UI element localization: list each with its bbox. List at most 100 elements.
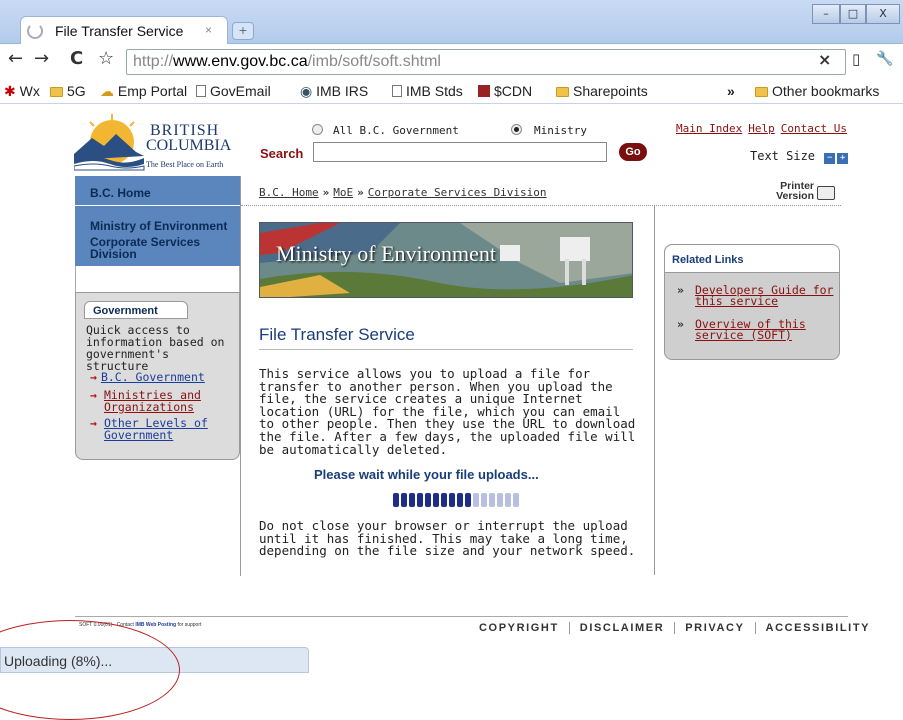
related-link[interactable]: Developers Guide for this service (695, 284, 837, 307)
top-links: Main Index Help Contact Us (676, 122, 853, 135)
bookmarks-bar: ✱ Wx 5G ☁ Emp Portal GovEmail ◉ IMB IRS … (0, 80, 903, 104)
government-tab: Government (84, 301, 188, 319)
sidebar-divider (75, 205, 240, 206)
government-description: Quick access to information based on gov… (86, 323, 225, 373)
gov-link[interactable]: Other Levels of Government (104, 417, 230, 441)
breadcrumb-item[interactable]: MoE (333, 186, 353, 199)
maximize-button[interactable]: □ (840, 4, 866, 24)
footer-disclaimer-link[interactable]: DISCLAIMER (568, 622, 675, 634)
progress-segment (489, 493, 495, 507)
progress-segment (473, 493, 479, 507)
wrench-menu-icon[interactable]: 🔧 (876, 51, 893, 67)
gov-link[interactable]: B.C. Government (101, 370, 205, 384)
sidebar-spacer (75, 266, 240, 292)
double-arrow-icon: » (677, 317, 684, 331)
arrow-right-icon: → (90, 388, 97, 402)
url-path: /imb/soft/soft.shtml (307, 53, 441, 70)
bookmark-sharepoints[interactable]: Sharepoints (556, 83, 648, 99)
bookmark-emp-portal[interactable]: ☁ Emp Portal (100, 83, 187, 100)
radio-all-government-label: All B.C. Government (333, 124, 459, 137)
progress-segment (465, 493, 471, 507)
footer-copyright-link[interactable]: COPYRIGHT (479, 622, 569, 634)
back-button[interactable]: ← (8, 48, 23, 69)
portal-icon: ☁ (100, 83, 114, 99)
gov-link[interactable]: Ministries and Organizations (104, 389, 230, 413)
arrow-right-icon: → (90, 416, 97, 430)
related-link[interactable]: Overview of this service (SOFT) (695, 318, 837, 341)
printer-icon[interactable] (817, 186, 835, 200)
contact-us-link[interactable]: Contact Us (781, 122, 847, 135)
progress-segment (417, 493, 423, 507)
search-input[interactable] (313, 142, 607, 162)
progress-segment (409, 493, 415, 507)
gov-link-bc-government: → B.C. Government (90, 371, 230, 383)
text-size-control: Text Size − + (750, 149, 849, 164)
footer-privacy-link[interactable]: PRIVACY (674, 622, 755, 634)
sidebar-ministry-link[interactable]: Ministry of Environment (90, 220, 230, 232)
bookmark-imb-irs[interactable]: ◉ IMB IRS (300, 83, 368, 100)
breadcrumb: B.C. Home» MoE» Corporate Services Divisio… (259, 186, 547, 199)
search-label: Search (260, 146, 304, 161)
printer-version-link[interactable]: Printer Version (774, 181, 814, 202)
radio-ministry[interactable] (511, 124, 522, 135)
double-arrow-icon: » (677, 283, 684, 297)
page-title: File Transfer Service (259, 325, 415, 344)
text-size-decrease-button[interactable]: − (824, 153, 836, 164)
column-divider (654, 205, 655, 575)
other-bookmarks[interactable]: Other bookmarks (755, 83, 879, 99)
progress-segment (457, 493, 463, 507)
bookmark-star-icon[interactable]: ☆ (98, 48, 114, 69)
page-menu-icon[interactable]: ▯ (852, 50, 860, 68)
arrow-right-icon: → (90, 370, 97, 384)
bookmark-5g[interactable]: 5G (50, 83, 86, 99)
folder-icon (755, 87, 768, 97)
sidebar-division-link[interactable]: Corporate Services Division (90, 236, 230, 260)
search-go-button[interactable]: Go (619, 143, 647, 161)
help-link[interactable]: Help (748, 122, 775, 135)
logo-line2: COLUMBIA (146, 137, 232, 154)
related-links-box: Related Links » Developers Guide for this… (664, 244, 840, 360)
bookmark-imb-stds[interactable]: IMB Stds (392, 83, 463, 99)
breadcrumb-item[interactable]: B.C. Home (259, 186, 319, 199)
related-links-title: Related Links (665, 245, 839, 273)
progress-segment (449, 493, 455, 507)
bookmark-cdn[interactable]: $CDN (478, 83, 532, 99)
progress-segment (393, 493, 399, 507)
stop-button[interactable]: × (818, 50, 831, 69)
loading-spinner-icon (27, 23, 43, 39)
ministry-banner: Ministry of Environment (259, 222, 633, 298)
bookmarks-overflow-button[interactable]: » (727, 83, 735, 99)
progress-segment (497, 493, 503, 507)
bookmark-wx[interactable]: ✱ Wx (4, 83, 40, 100)
footer-support-link[interactable]: IMB Web Posting (135, 622, 176, 628)
reload-button[interactable]: C (70, 48, 83, 69)
url-domain: www.env.gov.bc.ca (173, 53, 308, 70)
text-size-increase-button[interactable]: + (837, 153, 849, 164)
related-link-overview: » Overview of this service (SOFT) (677, 317, 837, 341)
address-bar[interactable]: http://www.env.gov.bc.ca/imb/soft/soft.s… (126, 49, 846, 75)
url-scheme: http:// (133, 53, 174, 70)
intro-text: This service allows you to upload a file… (259, 366, 636, 457)
gov-link-other-levels: → Other Levels of Government (90, 417, 230, 441)
progress-segment (505, 493, 511, 507)
text-size-label: Text Size (750, 149, 816, 163)
breadcrumb-separator: » (322, 186, 330, 199)
bc-logo[interactable]: BRITISH COLUMBIA The Best Place on Earth (73, 112, 240, 178)
footer-rule (75, 616, 848, 617)
minimize-button[interactable]: – (812, 4, 840, 24)
bookmark-govemail[interactable]: GovEmail (196, 83, 271, 99)
browser-tab[interactable]: File Transfer Service × (20, 16, 228, 44)
forward-button[interactable]: → (34, 48, 49, 69)
progress-segment (513, 493, 519, 507)
main-index-link[interactable]: Main Index (676, 122, 742, 135)
radio-all-government[interactable] (312, 124, 323, 135)
close-window-button[interactable]: X (866, 4, 900, 24)
footer-accessibility-link[interactable]: ACCESSIBILITY (754, 622, 881, 634)
progress-segment (401, 493, 407, 507)
sidebar-bc-home-link[interactable]: B.C. Home (90, 186, 151, 200)
new-tab-button[interactable]: + (232, 22, 254, 40)
tab-close-icon[interactable]: × (205, 23, 212, 37)
breadcrumb-item[interactable]: Corporate Services Division (368, 186, 547, 199)
page-icon (196, 85, 206, 97)
folder-icon (50, 87, 63, 97)
